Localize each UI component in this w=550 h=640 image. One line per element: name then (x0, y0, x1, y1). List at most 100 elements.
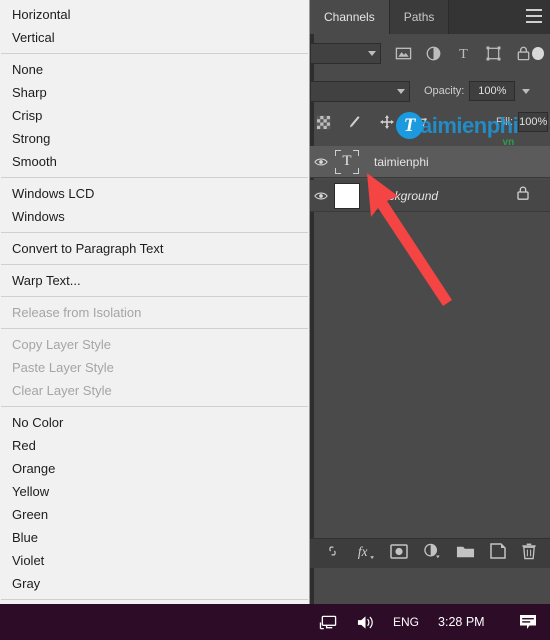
link-layers-icon[interactable] (324, 544, 341, 563)
filter-icon-group: T (395, 45, 532, 62)
menu-item-orange[interactable]: Orange (0, 457, 309, 480)
menu-item-smooth[interactable]: Smooth (0, 150, 309, 173)
layer-filter-row: T (310, 38, 550, 68)
chevron-down-icon (397, 88, 405, 94)
menu-item-label: Green (12, 507, 49, 522)
menu-item-gray[interactable]: Gray (0, 572, 309, 595)
menu-separator (1, 296, 308, 297)
lock-icon (517, 186, 529, 200)
layer-locked-indicator (516, 185, 530, 206)
image-filter-icon[interactable] (395, 45, 412, 62)
taskbar-left-area (0, 604, 310, 640)
shape-filter-icon[interactable] (485, 45, 502, 62)
lock-icon-group (316, 114, 428, 130)
menu-item-red[interactable]: Red (0, 434, 309, 457)
hamburger-icon[interactable] (526, 9, 542, 23)
new-layer-icon[interactable] (489, 543, 506, 564)
menu-item-label: Orange (12, 461, 56, 476)
menu-item-label: Clear Layer Style (12, 383, 112, 398)
menu-item-label: Windows (12, 209, 65, 224)
menu-item-label: Gray (12, 576, 41, 591)
layer-row-taimienphi[interactable]: T taimienphi (310, 146, 550, 178)
eye-icon (314, 158, 328, 165)
layer-visibility-toggle-background[interactable] (310, 191, 332, 201)
blend-mode-select-secondary[interactable] (310, 80, 410, 102)
network-icon[interactable] (310, 604, 347, 640)
menu-item-violet[interactable]: Violet (0, 549, 309, 572)
opacity-value: 100% (478, 85, 507, 97)
new-group-icon[interactable] (456, 544, 475, 564)
lock-position-icon[interactable] (379, 114, 395, 130)
white-layer-thumbnail (334, 182, 360, 209)
menu-item-label: Vertical (12, 30, 55, 45)
menu-item-label: Copy Layer Style (12, 337, 111, 352)
tab-channels-label: Channels (324, 10, 375, 24)
type-filter-icon[interactable]: T (455, 45, 472, 62)
layer-style-fx-icon[interactable]: fx (356, 543, 375, 565)
menu-separator (1, 264, 308, 265)
filter-toggle-switch[interactable] (532, 46, 544, 60)
menu-item-label: Windows LCD (12, 186, 95, 201)
smartobject-filter-icon[interactable] (515, 45, 532, 62)
action-center-icon[interactable] (509, 604, 550, 640)
menu-item-windows[interactable]: Windows (0, 205, 309, 228)
menu-item-convert-to-paragraph-text[interactable]: Convert to Paragraph Text (0, 237, 309, 260)
screen: Channels Paths T Opacity: 100% Fill: 100… (0, 0, 550, 640)
layer-name-background: Background (374, 188, 439, 203)
menu-item-blue[interactable]: Blue (0, 526, 309, 549)
menu-item-warp-text[interactable]: Warp Text... (0, 269, 309, 292)
menu-item-label: Paste Layer Style (12, 360, 114, 375)
lock-transparency-icon[interactable] (316, 115, 331, 130)
menu-item-copy-layer-style: Copy Layer Style (0, 333, 309, 356)
opacity-row: Opacity: 100% (310, 78, 550, 104)
tab-paths[interactable]: Paths (389, 0, 450, 34)
menu-item-crisp[interactable]: Crisp (0, 104, 309, 127)
menu-separator (1, 177, 308, 178)
menu-item-label: Smooth (12, 154, 57, 169)
menu-item-label: None (12, 62, 44, 77)
panel-tab-bar: Channels Paths (310, 0, 550, 34)
opacity-input[interactable]: 100% (469, 81, 516, 101)
menu-item-yellow[interactable]: Yellow (0, 480, 309, 503)
menu-item-label: Convert to Paragraph Text (12, 241, 164, 256)
new-adjustment-layer-icon[interactable] (423, 542, 441, 565)
menu-separator (1, 599, 308, 600)
menu-item-vertical[interactable]: Vertical (0, 26, 309, 49)
menu-item-label: Blue (12, 530, 39, 545)
lock-image-icon[interactable] (347, 114, 363, 130)
opacity-label: Opacity: (424, 85, 465, 97)
lock-artboard-icon[interactable] (411, 115, 428, 130)
menu-item-windows-lcd[interactable]: Windows LCD (0, 182, 309, 205)
fill-value: 100% (519, 116, 548, 128)
menu-separator (1, 53, 308, 54)
menu-item-strong[interactable]: Strong (0, 127, 309, 150)
layers-panel-toolbar: fx (310, 538, 550, 568)
add-layer-mask-icon[interactable] (389, 543, 408, 564)
opacity-stepper-icon[interactable] (522, 88, 531, 94)
menu-item-no-color[interactable]: No Color (0, 411, 309, 434)
menu-separator (1, 328, 308, 329)
fill-label: Fill: (496, 116, 514, 128)
menu-item-green[interactable]: Green (0, 503, 309, 526)
delete-layer-icon[interactable] (521, 543, 537, 565)
menu-item-label: Strong (12, 131, 51, 146)
menu-item-none[interactable]: None (0, 58, 309, 81)
svg-text:fx: fx (357, 544, 367, 559)
windows-taskbar: ENG 3:28 PM (0, 604, 550, 640)
clock[interactable]: 3:28 PM (428, 604, 495, 640)
language-indicator[interactable]: ENG (384, 604, 428, 640)
menu-item-sharp[interactable]: Sharp (0, 81, 309, 104)
blend-mode-select[interactable] (310, 42, 382, 64)
tab-paths-label: Paths (403, 10, 435, 24)
text-layer-thumbnail: T (334, 149, 360, 175)
layer-row-background[interactable]: Background (310, 180, 550, 212)
volume-icon[interactable] (347, 604, 384, 640)
tab-channels[interactable]: Channels (310, 0, 390, 34)
menu-item-label: Warp Text... (12, 273, 81, 288)
adjustment-filter-icon[interactable] (425, 45, 442, 62)
menu-item-horizontal[interactable]: Horizontal (0, 3, 309, 26)
menu-item-paste-layer-style: Paste Layer Style (0, 356, 309, 379)
menu-item-label: Red (12, 438, 36, 453)
layer-visibility-toggle[interactable] (310, 157, 332, 167)
fill-input[interactable]: 100% (518, 112, 549, 132)
